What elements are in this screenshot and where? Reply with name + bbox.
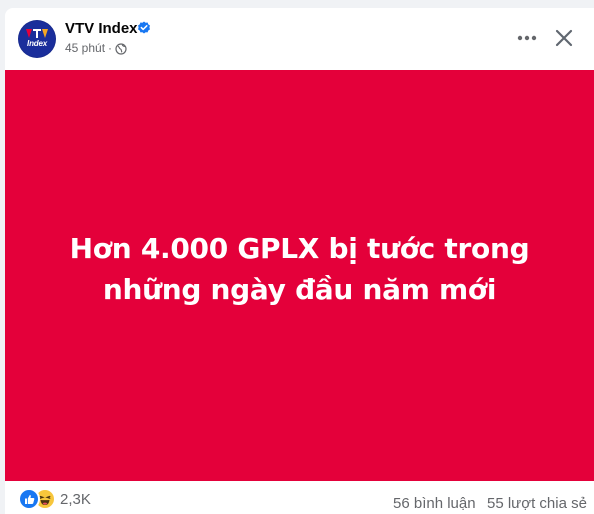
post-image[interactable]: Hơn 4.000 GPLX bị tước trong những ngày …	[5, 70, 594, 481]
post-time[interactable]: 45 phút	[65, 41, 105, 56]
shares-count-link[interactable]: 55 lượt chia sẻ	[487, 495, 587, 513]
post-header: Index VTV Index 45 phút ·	[5, 8, 594, 70]
meta-separator: ·	[108, 41, 113, 55]
reaction-count: 2,3K	[60, 490, 91, 508]
more-options-icon	[517, 35, 537, 41]
reactions-summary[interactable]: 2,3K	[18, 488, 91, 510]
page-name[interactable]: VTV Index	[65, 20, 138, 38]
close-button[interactable]	[549, 23, 579, 53]
avatar-logo-text: Index	[27, 39, 47, 48]
like-icon	[18, 488, 40, 510]
post-card: Index VTV Index 45 phút · Hơn 4.000 GPLX…	[5, 8, 594, 514]
post-meta: 45 phút ·	[65, 41, 127, 56]
globe-icon[interactable]	[115, 42, 127, 55]
post-image-headline: Hơn 4.000 GPLX bị tước trong những ngày …	[69, 231, 530, 306]
more-options-button[interactable]	[509, 26, 545, 50]
post-footer: 2,3K 56 bình luận 55 lượt chia sẻ	[5, 481, 594, 514]
verified-badge-icon	[138, 21, 150, 34]
close-icon	[555, 29, 573, 47]
page-avatar[interactable]: Index	[18, 20, 56, 58]
vtv-logo-icon	[26, 29, 48, 38]
comments-count-link[interactable]: 56 bình luận	[393, 495, 476, 513]
